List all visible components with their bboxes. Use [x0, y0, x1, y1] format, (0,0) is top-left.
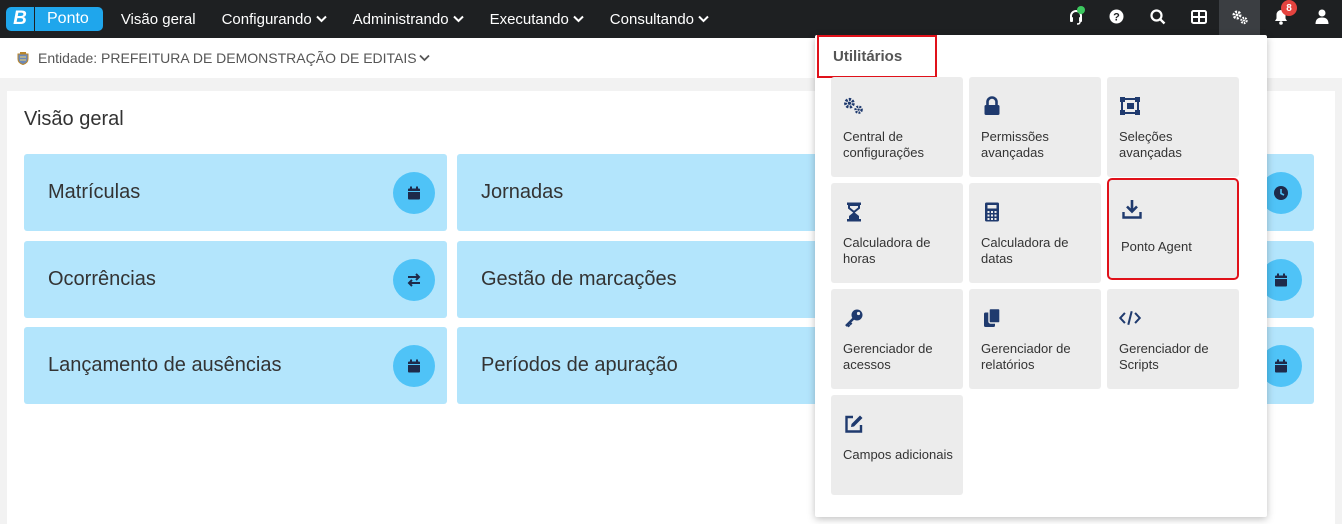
nav-item-consultando[interactable]: Consultando — [610, 11, 709, 28]
calendar-icon — [393, 344, 435, 387]
tile-label: Ponto Agent — [1121, 239, 1192, 254]
page-title: Visão geral — [24, 108, 124, 130]
code-icon — [1119, 307, 1141, 329]
search-button[interactable] — [1137, 0, 1178, 38]
chevron-down-icon — [698, 15, 709, 23]
tile-central-de-configuracoes[interactable]: Central de configurações — [831, 77, 963, 177]
grid-icon — [1190, 9, 1207, 29]
nav-item-executando[interactable]: Executando — [490, 11, 584, 28]
chevron-down-icon — [573, 15, 584, 23]
gears-icon — [1231, 9, 1249, 30]
help-button[interactable]: ? — [1096, 0, 1137, 38]
svg-text:?: ? — [1113, 12, 1120, 24]
logo-letter: B — [6, 7, 34, 31]
tile-permissoes-avancadas[interactable]: Permissões avançadas — [969, 77, 1101, 177]
tile-calculadora-de-horas[interactable]: Calculadora de horas — [831, 183, 963, 283]
notifications-button[interactable]: 8 — [1260, 0, 1301, 38]
top-navigation-bar: B Ponto Visão geral Configurando Adminis… — [0, 0, 1342, 38]
tile-label: Seleções avançadas — [1119, 129, 1182, 160]
tile-selecoes-avancadas[interactable]: Seleções avançadas — [1107, 77, 1239, 177]
tile-gerenciador-de-scripts[interactable]: Gerenciador de Scripts — [1107, 289, 1239, 389]
dropdown-title: Utilitários — [817, 35, 937, 78]
search-icon — [1149, 8, 1166, 30]
card-label: Ocorrências — [48, 268, 156, 290]
lock-icon — [981, 95, 1003, 117]
card-matriculas[interactable]: Matrículas — [24, 154, 447, 231]
nav-item-label: Executando — [489, 10, 569, 28]
selection-icon — [1119, 95, 1141, 117]
download-icon — [1121, 198, 1143, 220]
tile-label: Calculadora de horas — [843, 235, 931, 266]
support-button[interactable] — [1055, 0, 1096, 38]
tile-label: Permissões avançadas — [981, 129, 1049, 160]
copy-icon — [981, 307, 1003, 329]
tile-label: Gerenciador de relatórios — [981, 341, 1071, 372]
nav-item-label: Administrando — [352, 10, 449, 28]
gears-icon — [843, 95, 865, 117]
card-lancamento-de-ausencias[interactable]: Lançamento de ausências — [24, 327, 447, 404]
user-menu-button[interactable] — [1301, 0, 1342, 38]
notification-count-badge: 8 — [1281, 0, 1297, 16]
tile-label: Gerenciador de acessos — [843, 341, 933, 372]
entity-label: Entidade: PREFEITURA DE DEMONSTRAÇÃO DE … — [38, 50, 417, 66]
card-label: Lançamento de ausências — [48, 354, 282, 376]
utilities-dropdown: Utilitários Central de configurações Per… — [815, 35, 1267, 517]
card-label: Jornadas — [481, 181, 564, 203]
online-status-dot — [1077, 6, 1085, 14]
nav-item-administrando[interactable]: Administrando — [353, 11, 464, 28]
swap-icon — [393, 258, 435, 301]
card-label: Gestão de marcações — [481, 268, 677, 290]
question-icon: ? — [1109, 9, 1124, 29]
user-icon — [1315, 9, 1329, 29]
nav-item-configurando[interactable]: Configurando — [222, 11, 327, 28]
tile-campos-adicionais[interactable]: Campos adicionais — [831, 395, 963, 495]
tile-gerenciador-de-relatorios[interactable]: Gerenciador de relatórios — [969, 289, 1101, 389]
tile-ponto-agent[interactable]: Ponto Agent — [1107, 178, 1239, 280]
edit-icon — [843, 413, 865, 435]
tile-label: Calculadora de datas — [981, 235, 1069, 266]
tile-label: Gerenciador de Scripts — [1119, 341, 1209, 372]
chevron-down-icon — [418, 54, 430, 62]
calendar-icon — [393, 171, 435, 214]
topbar-actions: ? 8 — [1055, 0, 1342, 38]
utilities-button[interactable] — [1219, 0, 1260, 38]
chevron-down-icon — [452, 15, 464, 23]
tile-label: Central de configurações — [843, 129, 924, 160]
key-icon — [843, 307, 865, 329]
chevron-down-icon — [315, 15, 327, 23]
hourglass-icon — [843, 201, 865, 223]
nav-item-visao-geral[interactable]: Visão geral — [121, 11, 196, 28]
card-ocorrencias[interactable]: Ocorrências — [24, 241, 447, 318]
main-menu: Visão geral Configurando Administrando E… — [121, 11, 735, 28]
tile-calculadora-de-datas[interactable]: Calculadora de datas — [969, 183, 1101, 283]
calculator-icon — [981, 201, 1003, 223]
tile-gerenciador-de-acessos[interactable]: Gerenciador de acessos — [831, 289, 963, 389]
logo-app-name: Ponto — [34, 7, 103, 31]
card-label: Matrículas — [48, 181, 141, 203]
nav-item-label: Consultando — [609, 10, 695, 28]
app-logo[interactable]: B Ponto — [6, 7, 103, 31]
nav-item-label: Configurando — [221, 10, 312, 28]
card-label: Períodos de apuração — [481, 354, 678, 376]
tile-label: Campos adicionais — [843, 447, 953, 462]
apps-button[interactable] — [1178, 0, 1219, 38]
nav-item-label: Visão geral — [120, 10, 196, 28]
crest-icon — [16, 51, 30, 66]
